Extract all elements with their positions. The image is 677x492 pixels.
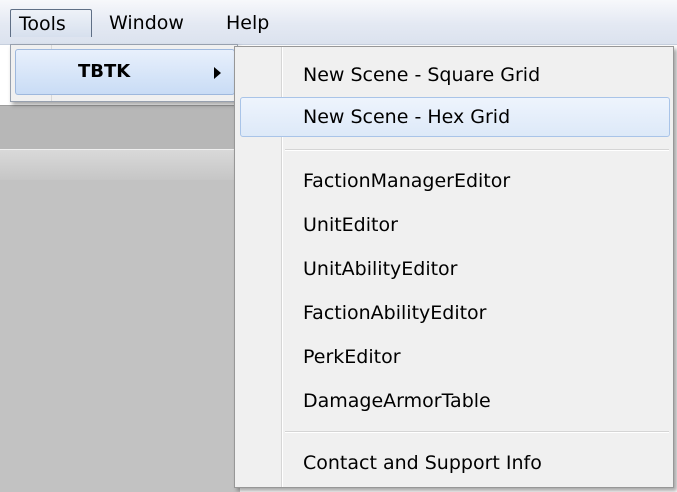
editor-panel-background [0,180,240,492]
menu-separator [285,431,669,433]
editor-tab-strip [0,149,240,181]
submenu-arrow-icon [214,67,221,79]
menu-window[interactable]: Window [103,9,190,37]
menu-item-tbtk-label: TBTK [78,61,131,82]
menu-separator [285,149,669,151]
menu-bar: Tools Window Help [0,0,677,45]
menu-tools[interactable]: Tools [10,9,92,37]
tbtk-submenu: New Scene - Square Grid New Scene - Hex … [234,46,674,488]
editor-toolbar-area [0,105,240,150]
menu-item-new-scene-hex-grid[interactable]: New Scene - Hex Grid [303,97,510,137]
menu-item-damage-armor-table[interactable]: DamageArmorTable [303,381,491,421]
menu-item-unit-ability-editor[interactable]: UnitAbilityEditor [303,249,458,289]
menu-item-faction-manager-editor[interactable]: FactionManagerEditor [303,161,510,201]
menu-item-contact-and-support-info[interactable]: Contact and Support Info [303,443,542,483]
menu-item-new-scene-square-grid[interactable]: New Scene - Square Grid [303,55,540,95]
menu-item-perk-editor[interactable]: PerkEditor [303,337,401,377]
menu-item-tbtk[interactable]: TBTK [15,49,235,95]
menu-item-unit-editor[interactable]: UnitEditor [303,205,398,245]
tools-dropdown: TBTK [10,44,238,102]
menu-item-faction-ability-editor[interactable]: FactionAbilityEditor [303,293,487,333]
menu-help[interactable]: Help [220,9,275,37]
